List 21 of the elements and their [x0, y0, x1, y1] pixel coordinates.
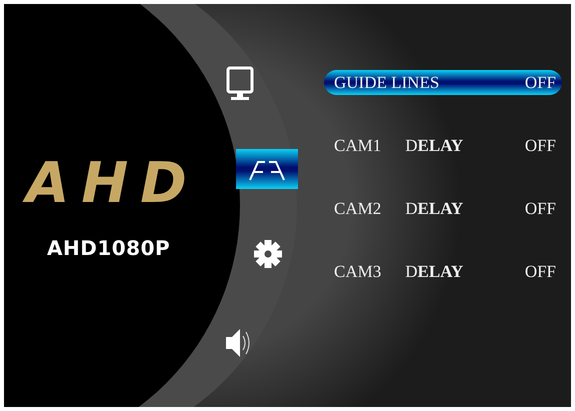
setting-row[interactable]: CAM3 DELAY OFF [324, 259, 562, 284]
settings-button[interactable] [253, 238, 283, 270]
setting-label: CAM3 [334, 262, 382, 282]
model-label: AHD1080P [47, 236, 170, 260]
setting-value: OFF [524, 72, 556, 92]
setting-name: DELAY [405, 136, 464, 156]
guide-lines-tab[interactable] [236, 149, 298, 189]
setting-row[interactable]: CAM1 DELAY OFF [324, 133, 562, 158]
settings-icon [253, 238, 283, 270]
setting-value: OFF [524, 136, 556, 156]
setting-label: CAM2 [334, 198, 382, 218]
setting-name: DELAY [405, 262, 464, 282]
setting-row[interactable]: CAM2 DELAY OFF [324, 196, 562, 221]
setting-label: CAM1 [334, 136, 382, 156]
setting-value: OFF [524, 198, 556, 218]
setting-value: OFF [524, 262, 556, 282]
setting-label: GUIDE LINES [334, 72, 440, 92]
setting-name: DELAY [405, 198, 464, 218]
monitor-icon [225, 66, 255, 102]
setting-row[interactable]: GUIDE LINES OFF [324, 70, 562, 95]
monitor-icon-button[interactable] [225, 66, 255, 102]
